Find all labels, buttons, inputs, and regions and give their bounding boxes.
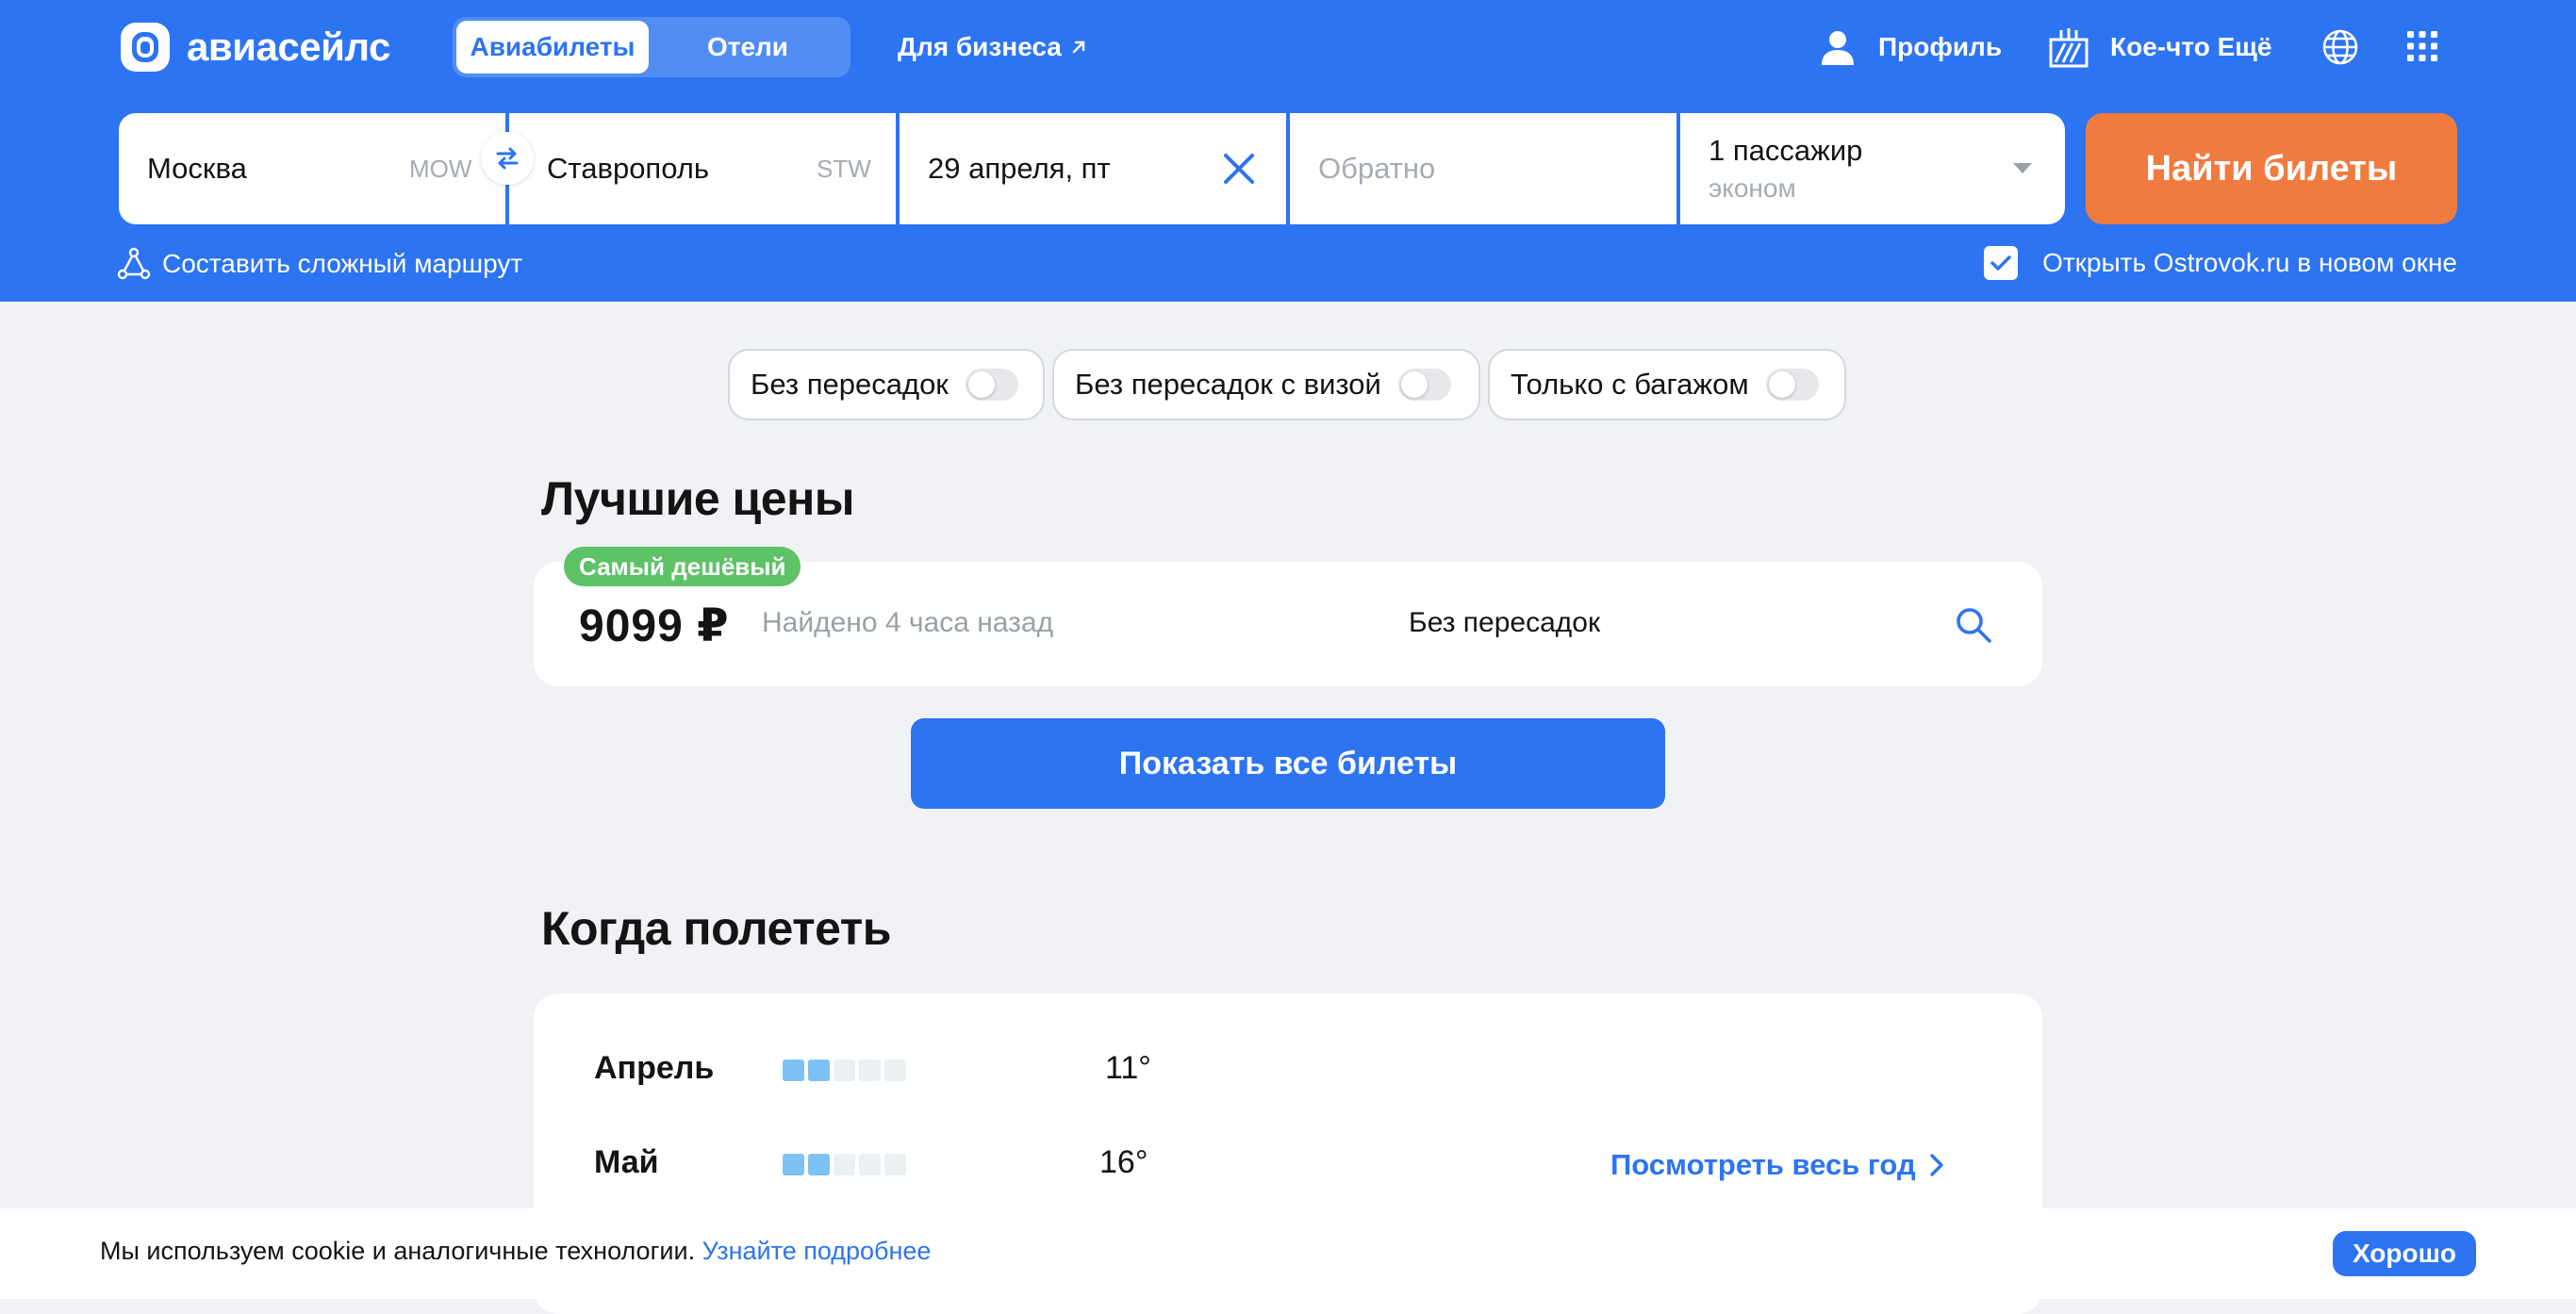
show-all-tickets-button[interactable]: Показать все билеты — [911, 718, 1665, 809]
month-name: Апрель — [594, 1050, 715, 1086]
chevron-down-icon — [2013, 163, 2032, 173]
destination-value: Ставрополь — [547, 152, 710, 185]
user-icon — [1822, 31, 1854, 65]
search-icon[interactable] — [1954, 605, 1993, 645]
ostrovok-label: Открыть Ostrovok.ru в новом окне — [2042, 248, 2457, 277]
origin-code: MOW — [409, 154, 472, 183]
offer-price: 9099 ₽ — [579, 601, 730, 651]
depart-date-field[interactable]: 29 апреля, пт — [928, 113, 1211, 224]
cookie-message: Мы используем cookie и аналогичные техно… — [100, 1237, 931, 1266]
chevron-right-icon — [1929, 1154, 1943, 1176]
price-level-bar — [808, 1059, 830, 1081]
price-level-bar — [884, 1154, 906, 1175]
passengers-summary: 1 пассажир эконом — [1709, 132, 1862, 207]
business-link-label: Для бизнеса — [898, 32, 1062, 61]
price-level-bar — [834, 1059, 855, 1081]
cookie-text: Мы используем cookie и аналогичные техно… — [100, 1237, 696, 1265]
month-temperature: 11° — [1105, 1050, 1151, 1086]
cheapest-badge: Самый дешёвый — [564, 547, 801, 586]
find-tickets-button[interactable]: Найти билеты — [2086, 113, 2457, 224]
month-name: Май — [594, 1144, 659, 1180]
offer-stops: Без пересадок — [1409, 607, 1601, 638]
return-placeholder: Обратно — [1318, 152, 1436, 185]
best-prices-title: Лучшие цены — [541, 472, 854, 525]
swap-arrows-icon — [496, 147, 519, 170]
filter-toggle[interactable] — [1765, 369, 1819, 401]
more-button[interactable]: Кое-что Ещё — [2048, 23, 2271, 72]
complex-route-label: Составить сложный маршрут — [162, 249, 523, 278]
profile-label: Профиль — [1878, 32, 2003, 61]
filter-toggle[interactable] — [1397, 369, 1451, 401]
filter-label: Без пересадок с визой — [1075, 368, 1381, 401]
depart-date-value: 29 апреля, пт — [928, 152, 1111, 185]
more-label: Кое-что Ещё — [2110, 32, 2272, 61]
tab-flights[interactable]: Авиабилеты — [456, 21, 649, 74]
offer-found-time: Найдено 4 часа назад — [762, 607, 1054, 638]
price-level-bars — [783, 1154, 910, 1175]
see-full-year-label: Посмотреть весь год — [1610, 1148, 1916, 1181]
globe-icon[interactable] — [2321, 28, 2359, 66]
logo-icon — [121, 23, 170, 72]
destination-code: STW — [817, 154, 871, 183]
when-to-fly-title: Когда полететь — [541, 902, 892, 955]
clear-date-icon[interactable] — [1222, 152, 1256, 186]
origin-value: Москва — [147, 152, 247, 185]
header: авиасейлс Авиабилеты Отели Для бизнеса П… — [0, 0, 2576, 302]
cookie-banner: Мы используем cookie и аналогичные техно… — [0, 1208, 2576, 1299]
cabin-class: эконом — [1709, 173, 1796, 203]
destination-field[interactable]: Ставрополь — [547, 113, 830, 224]
logo-text: авиасейлс — [187, 25, 390, 69]
filter-label: Без пересадок — [751, 368, 949, 401]
external-arrow-icon — [1072, 41, 1085, 54]
see-full-year-link[interactable]: Посмотреть весь год — [1610, 1146, 1944, 1184]
filter-baggage[interactable]: Только с багажом — [1488, 349, 1846, 420]
price-level-bar — [808, 1154, 830, 1175]
field-divider — [896, 113, 900, 224]
logo[interactable]: авиасейлс — [119, 21, 390, 74]
profile-button[interactable]: Профиль — [1818, 23, 2002, 72]
price-level-bar — [783, 1059, 804, 1081]
price-level-bar — [834, 1154, 855, 1175]
field-divider — [1286, 113, 1290, 224]
ostrovok-option[interactable]: Открыть Ostrovok.ru в новом окне — [1984, 243, 2457, 283]
apps-grid-icon[interactable] — [2406, 30, 2438, 62]
swap-button[interactable] — [481, 132, 534, 185]
filter-label: Только с багажом — [1511, 368, 1749, 401]
filter-toggle[interactable] — [965, 369, 1018, 401]
ostrovok-checkbox[interactable] — [1984, 246, 2019, 280]
month-temperature: 16° — [1099, 1144, 1148, 1180]
route-icon — [117, 247, 151, 280]
price-level-bar — [859, 1154, 881, 1175]
price-level-bar — [859, 1059, 881, 1081]
cookie-learn-more-link[interactable]: Узнайте подробнее — [702, 1237, 932, 1265]
cookie-accept-button[interactable]: Хорошо — [2333, 1231, 2476, 1276]
price-level-bar — [884, 1059, 906, 1081]
product-tabs: Авиабилеты Отели — [453, 17, 850, 77]
business-link[interactable]: Для бизнеса — [898, 28, 1088, 66]
checkmark-icon — [1990, 255, 2011, 271]
price-level-bar — [783, 1154, 804, 1175]
price-level-bars — [783, 1059, 910, 1081]
return-date-field[interactable]: Обратно — [1318, 113, 1658, 224]
complex-route-link[interactable]: Составить сложный маршрут — [117, 245, 522, 283]
tab-hotels[interactable]: Отели — [649, 21, 847, 74]
passengers-count: 1 пассажир — [1709, 134, 1863, 167]
filter-direct-visa[interactable]: Без пересадок с визой — [1052, 349, 1480, 420]
filter-direct[interactable]: Без пересадок — [728, 349, 1045, 420]
gift-icon — [2049, 28, 2089, 68]
